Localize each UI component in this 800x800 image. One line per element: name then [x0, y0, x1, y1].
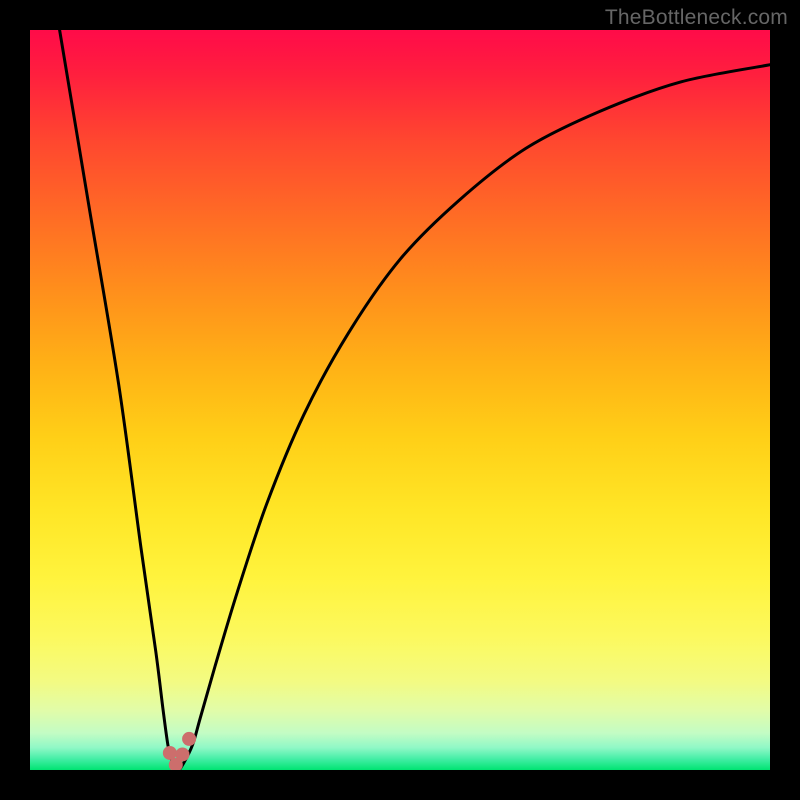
data-marker	[175, 747, 189, 761]
watermark-text: TheBottleneck.com	[605, 6, 788, 30]
bottleneck-curve	[60, 30, 770, 770]
chart-outer-frame: TheBottleneck.com	[0, 0, 800, 800]
chart-plot-area	[30, 30, 770, 770]
chart-svg	[30, 30, 770, 770]
data-marker	[163, 746, 177, 760]
data-marker	[182, 732, 196, 746]
